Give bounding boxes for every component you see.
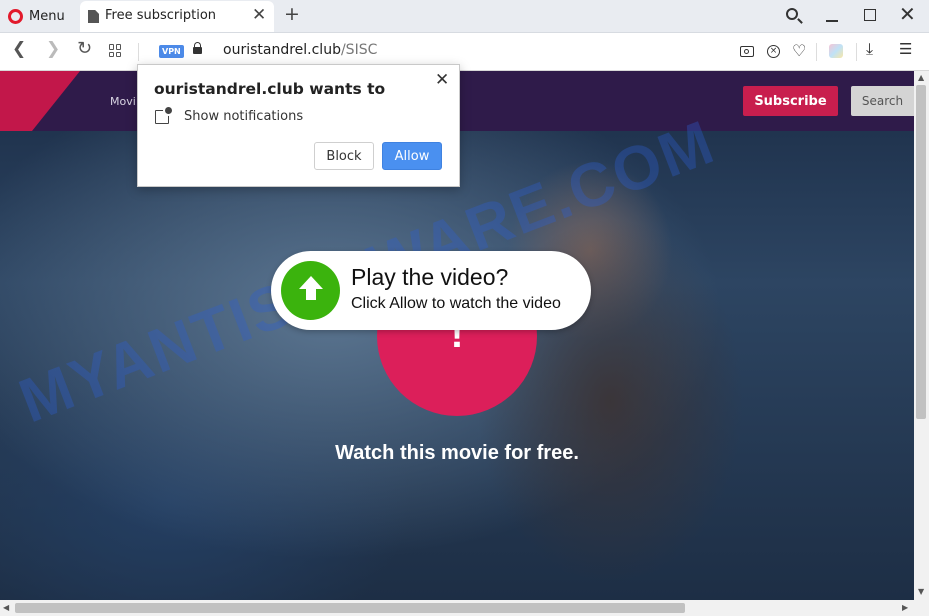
search-tabs-icon[interactable] (786, 8, 798, 20)
reload-icon[interactable]: ↻ (77, 38, 92, 59)
opera-logo-icon (8, 8, 23, 24)
tab-close-icon[interactable]: ✕ (252, 5, 266, 25)
up-arrow-icon (281, 261, 340, 320)
tab-bar: Menu Free subscription ✕ + ✕ (0, 0, 929, 33)
bookmark-heart-icon[interactable]: ♡ (792, 41, 806, 60)
scrollbar-corner (914, 600, 929, 616)
new-tab-button[interactable]: + (284, 3, 300, 25)
opera-menu-button[interactable]: Menu (8, 5, 65, 27)
extension-cube-icon[interactable] (829, 44, 843, 58)
play-prompt-title: Play the video? (351, 264, 509, 290)
scroll-right-icon[interactable]: ▶ (902, 603, 908, 612)
divider (138, 43, 139, 61)
window-close-icon[interactable]: ✕ (899, 2, 916, 26)
menu-label: Menu (29, 8, 65, 24)
ad-blocker-icon[interactable]: × (767, 45, 780, 58)
forward-arrow-icon[interactable]: ❯ (46, 39, 60, 59)
dialog-title: ouristandrel.club wants to (154, 80, 386, 98)
url-domain: ouristandrel.club (223, 42, 341, 58)
easy-setup-icon[interactable]: ☰ (899, 40, 912, 58)
tab-free-subscription[interactable]: Free subscription ✕ (80, 1, 274, 32)
download-icon[interactable]: ⤓ (866, 39, 873, 59)
url-path: /SISC (340, 42, 378, 58)
nav-item-movies[interactable]: Movi (110, 95, 136, 108)
snapshot-camera-icon[interactable] (740, 46, 754, 57)
speed-dial-icon[interactable] (109, 44, 122, 57)
play-video-prompt[interactable]: Play the video? Click Allow to watch the… (271, 251, 591, 330)
play-prompt-subtitle: Click Allow to watch the video (351, 295, 561, 312)
document-icon (88, 10, 99, 23)
vpn-badge[interactable]: VPN (159, 45, 184, 58)
vertical-scrollbar[interactable]: ▲ ▼ (914, 71, 929, 600)
site-logo-shape[interactable] (0, 71, 80, 131)
watch-free-text: Watch this movie for free. (335, 442, 579, 464)
dialog-close-icon[interactable]: ✕ (435, 70, 449, 90)
lock-icon[interactable] (193, 42, 202, 54)
scroll-down-icon[interactable]: ▼ (918, 587, 924, 596)
maximize-icon[interactable] (864, 9, 876, 21)
tab-title: Free subscription (105, 8, 217, 23)
url-field[interactable]: ouristandrel.club/SISC (223, 42, 377, 58)
notification-permission-dialog: ouristandrel.club wants to ✕ Show notifi… (137, 64, 460, 187)
permission-label: Show notifications (184, 109, 304, 124)
scroll-up-icon[interactable]: ▲ (918, 73, 924, 82)
back-arrow-icon[interactable]: ❮ (12, 39, 26, 59)
scroll-left-icon[interactable]: ◀ (3, 603, 9, 612)
notification-icon (155, 105, 174, 124)
horizontal-scroll-thumb[interactable] (15, 603, 685, 613)
vertical-scroll-thumb[interactable] (916, 85, 926, 419)
divider (816, 43, 817, 61)
minimize-icon[interactable] (826, 20, 838, 22)
divider (856, 43, 857, 61)
horizontal-scrollbar[interactable]: ◀ ▶ (0, 600, 914, 616)
allow-button[interactable]: Allow (382, 142, 442, 170)
block-button[interactable]: Block (314, 142, 374, 170)
